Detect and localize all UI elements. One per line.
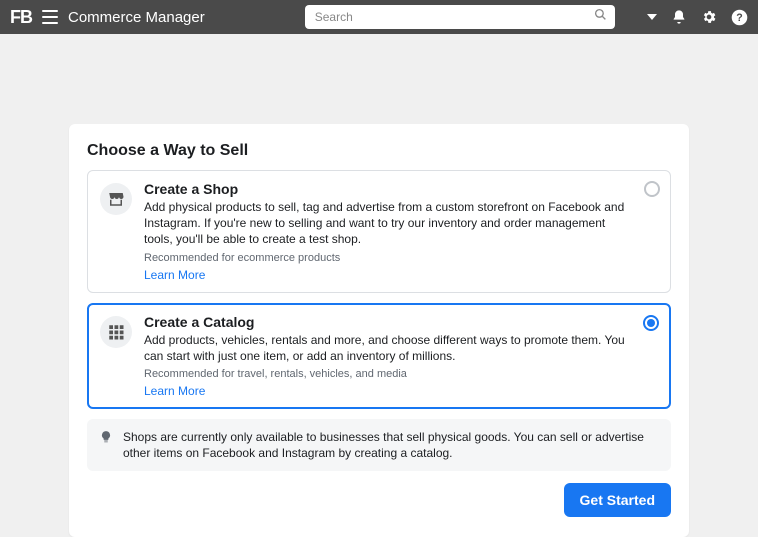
lightbulb-icon [99,430,113,461]
catalog-icon [100,316,132,348]
learn-more-link[interactable]: Learn More [144,384,630,398]
gear-icon[interactable] [701,9,717,25]
option-create-catalog[interactable]: Create a Catalog Add products, vehicles,… [87,303,671,409]
shop-icon [100,183,132,215]
option-recommended: Recommended for travel, rentals, vehicle… [144,368,630,380]
option-description: Add physical products to sell, tag and a… [144,199,630,248]
info-banner: Shops are currently only available to bu… [87,419,671,471]
topbar-right: ? [647,9,748,26]
help-icon[interactable]: ? [731,9,748,26]
card-title: Choose a Way to Sell [87,142,671,160]
card-footer: Get Started [87,483,671,517]
radio-shop[interactable] [644,181,660,197]
svg-text:?: ? [736,12,742,24]
option-create-shop[interactable]: Create a Shop Add physical products to s… [87,170,671,293]
option-body: Create a Catalog Add products, vehicles,… [144,314,658,398]
search-container [305,5,615,29]
option-body: Create a Shop Add physical products to s… [144,181,658,282]
search-input[interactable] [305,5,615,29]
option-description: Add products, vehicles, rentals and more… [144,332,630,364]
fb-logo: FB [10,7,32,28]
bell-icon[interactable] [671,9,687,25]
app-title: Commerce Manager [68,9,205,26]
option-title: Create a Shop [144,181,630,197]
option-recommended: Recommended for ecommerce products [144,252,630,264]
info-text: Shops are currently only available to bu… [123,429,659,461]
radio-catalog[interactable] [643,315,659,331]
dropdown-icon[interactable] [647,14,657,20]
option-title: Create a Catalog [144,314,630,330]
menu-icon[interactable] [42,10,58,24]
top-bar: FB Commerce Manager ? [0,0,758,34]
choose-way-card: Choose a Way to Sell Create a Shop Add p… [69,124,689,537]
get-started-button[interactable]: Get Started [564,483,671,517]
learn-more-link[interactable]: Learn More [144,268,630,282]
